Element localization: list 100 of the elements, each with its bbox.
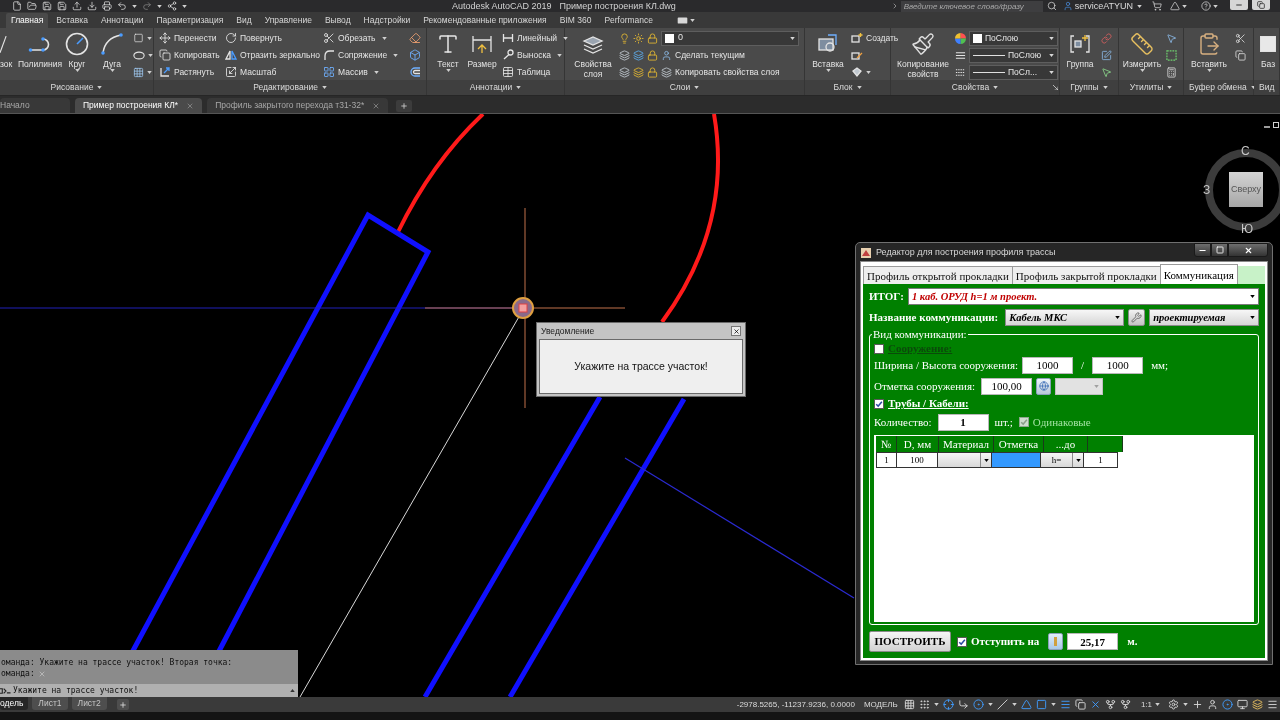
height-input[interactable]: 1000	[1092, 356, 1144, 374]
restore-button[interactable]	[1252, 0, 1270, 10]
corner-arrow-icon[interactable]	[957, 699, 969, 710]
block-attribute-icon[interactable]	[851, 66, 863, 78]
minimize-button[interactable]	[1194, 243, 1211, 257]
ribbon-tab[interactable]: Performance	[599, 13, 659, 28]
file-tab[interactable]: Начало	[0, 98, 70, 113]
menu-icon[interactable]	[1267, 699, 1278, 710]
panel-title-button[interactable]: Слои	[565, 80, 804, 95]
lineweight-lines-icon[interactable]	[955, 66, 966, 78]
paste-button[interactable]: Вставить	[1187, 28, 1231, 72]
communication-dropdown[interactable]: Кабель МКС	[1005, 308, 1125, 326]
elevation-source-dropdown[interactable]	[1055, 377, 1104, 395]
layers-icon[interactable]	[1252, 699, 1263, 710]
ribbon-tab[interactable]: BIM 360	[554, 13, 597, 28]
person-icon[interactable]	[1207, 699, 1218, 710]
polyline-tool-button[interactable]: Полилиния	[17, 28, 63, 69]
calculator-icon[interactable]	[1166, 66, 1177, 78]
leader-button[interactable]: Выноска	[502, 47, 569, 63]
cross-icon[interactable]	[1089, 699, 1101, 710]
match-layer-button[interactable]: Копировать свойства слоя	[661, 64, 780, 80]
offset-input[interactable]: 25,17	[1067, 633, 1119, 650]
rectangle-icon[interactable]	[133, 33, 144, 43]
panel-title-button[interactable]: Буфер обмена	[1184, 80, 1253, 95]
ribbon-tab[interactable]: Аннотации	[95, 13, 149, 28]
line-tool-button[interactable]: зок	[0, 28, 14, 69]
close-button[interactable]	[1228, 243, 1268, 257]
crosshair-icon[interactable]	[942, 699, 954, 710]
lightbulb-icon[interactable]	[619, 32, 630, 44]
add-layout-button[interactable]	[116, 699, 129, 710]
circle-tool-button[interactable]: Круг	[63, 28, 91, 72]
save-icon[interactable]	[42, 1, 52, 11]
viewcube-face[interactable]: Сверху	[1229, 172, 1263, 207]
panel-toggle-icon[interactable]	[677, 17, 689, 24]
total-dropdown[interactable]: 1 каб. ОРУД h=1 м проект.	[907, 288, 1259, 305]
ruler-button[interactable]	[1048, 633, 1064, 650]
undo-icon[interactable]	[117, 1, 127, 11]
copy-button[interactable]: Копировать	[159, 47, 225, 63]
ribbon-tab[interactable]: Главная	[6, 13, 49, 28]
checkbox[interactable]	[874, 343, 884, 354]
measure-button[interactable]: Измерить	[1120, 28, 1164, 72]
ribbon-tab[interactable]: Вид	[231, 13, 257, 28]
plus-icon[interactable]	[1192, 699, 1203, 710]
linetype-lines-icon[interactable]	[955, 49, 966, 61]
monitor-icon[interactable]	[1237, 699, 1248, 710]
circle-dot-icon[interactable]	[1222, 699, 1233, 710]
panel-title-button[interactable]: Утилиты	[1119, 80, 1183, 95]
lines-icon[interactable]	[1059, 699, 1071, 710]
new-file-icon[interactable]	[12, 1, 22, 11]
trim-button[interactable]: Обрезать	[323, 30, 409, 46]
linear-dimension-button[interactable]: Линейный	[502, 30, 569, 46]
close-button[interactable]	[731, 326, 741, 336]
gear-icon[interactable]	[1168, 699, 1179, 710]
printer-icon[interactable]	[102, 1, 112, 11]
text-tool-button[interactable]: Текст	[433, 28, 463, 72]
square-icon[interactable]	[1035, 699, 1047, 710]
ribbon-tab[interactable]: Надстройки	[358, 13, 416, 28]
linetype-dropdown[interactable]: ПоСлою	[969, 47, 1058, 63]
panel-title-button[interactable]: Редактирование	[154, 80, 426, 95]
triangle-icon[interactable]	[1020, 699, 1032, 710]
panel-title-button[interactable]: Аннотации	[427, 80, 564, 95]
copy-icon[interactable]	[1235, 49, 1246, 61]
dimension-tool-button[interactable]: Размер	[465, 28, 499, 69]
ribbon-tab[interactable]: Вывод	[319, 13, 356, 28]
move-button[interactable]: Перенести	[159, 30, 225, 46]
layout-tab[interactable]: одель	[0, 697, 29, 710]
annotation-scale-button[interactable]: 1:1	[1140, 698, 1160, 711]
slash-icon[interactable]	[996, 699, 1008, 710]
width-input[interactable]: 1000	[1022, 356, 1074, 374]
panel-title-button[interactable]: Рисование	[0, 80, 153, 95]
redo-icon[interactable]	[142, 1, 152, 11]
panel-title-button[interactable]: Блок	[805, 80, 890, 95]
user-menu-button[interactable]: serviceATYUN	[1074, 0, 1142, 12]
layout-tab[interactable]: Лист2	[71, 697, 107, 710]
fillet-button[interactable]: Сопряжение	[323, 47, 409, 63]
color-wheel-icon[interactable]	[955, 32, 966, 44]
hatch-grid-icon[interactable]	[133, 66, 144, 78]
checkbox[interactable]	[874, 398, 884, 409]
base-view-button[interactable]: Баз	[1258, 28, 1278, 69]
layer-properties-button[interactable]: Свойства слоя	[569, 28, 617, 79]
mirror-button[interactable]: Отразить зеркально	[225, 47, 323, 63]
status-dropdown[interactable]: проектируемая	[1149, 308, 1259, 326]
search-icon[interactable]	[1046, 1, 1057, 11]
panel-title-button[interactable]: Вид	[1254, 80, 1279, 95]
cell-dropdown[interactable]	[937, 452, 992, 468]
make-current-button[interactable]: Сделать текущим	[661, 47, 745, 63]
table-button[interactable]: Таблица	[502, 64, 569, 80]
file-tab[interactable]: Профиль закрытого перехода т31-32*	[207, 98, 389, 113]
stacked-squares-icon[interactable]	[1074, 699, 1086, 710]
group-button[interactable]: Группа	[1062, 28, 1098, 69]
save-icon[interactable]	[57, 1, 67, 11]
panel-title-button[interactable]: Группы	[1060, 80, 1118, 95]
offset-arcs-icon[interactable]	[409, 66, 421, 78]
maximize-button[interactable]	[1211, 243, 1228, 257]
cube-icon[interactable]	[409, 49, 421, 61]
count-input[interactable]: 1	[937, 413, 989, 431]
ellipse-icon[interactable]	[133, 50, 145, 60]
pointer-icon[interactable]	[1166, 32, 1177, 44]
close-icon[interactable]	[372, 101, 381, 110]
eraser-icon[interactable]	[409, 32, 421, 44]
